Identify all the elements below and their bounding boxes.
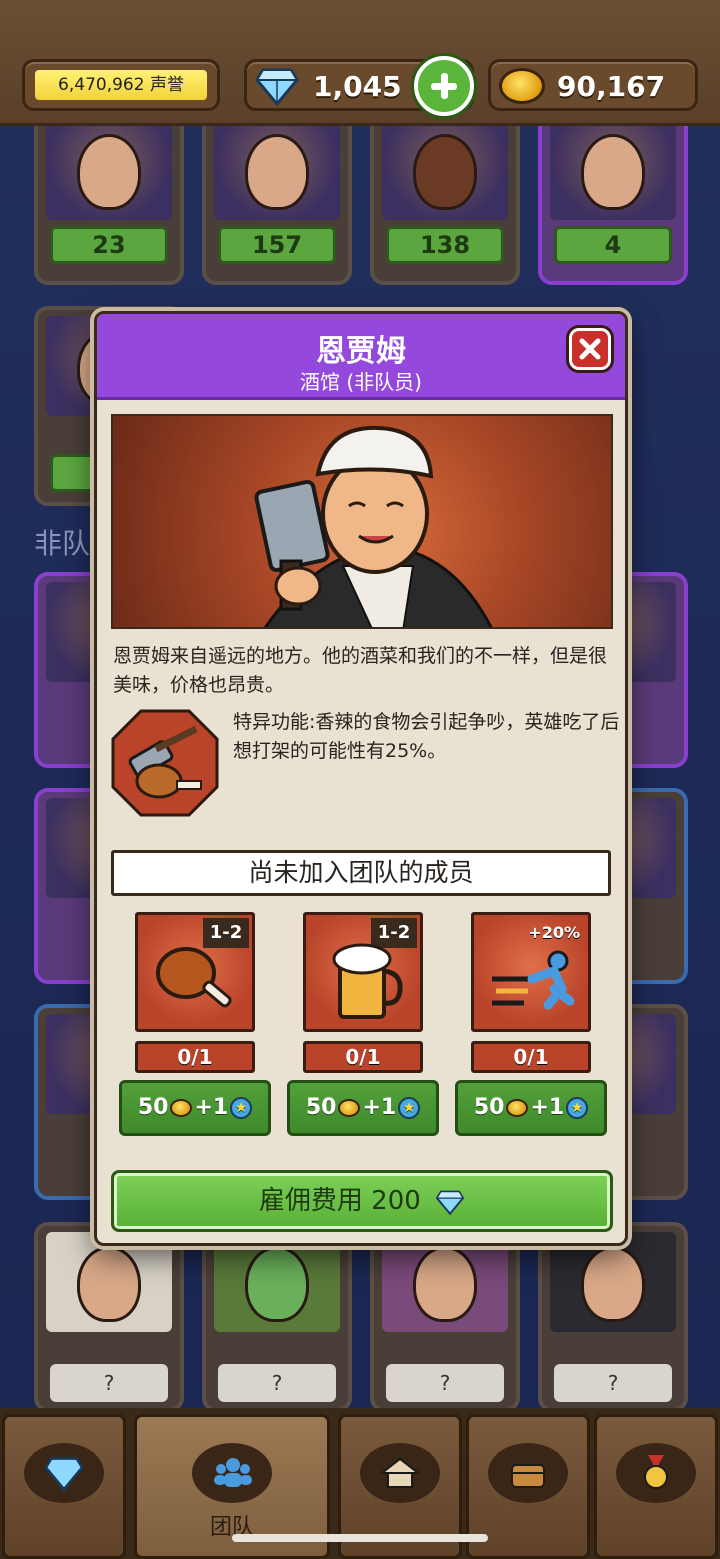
gem-value: 1,045 <box>313 70 402 103</box>
hero-portrait <box>214 1232 340 1332</box>
hero-card[interactable]: 23 <box>34 110 184 285</box>
section-title: 尚未加入团队的成员 <box>111 850 611 896</box>
hero-role: 酒馆 (非队员) <box>300 370 422 394</box>
hire-button[interactable]: 雇佣费用 200 <box>111 1170 613 1232</box>
fame-counter: 6,470,962 声誉 <box>22 59 220 111</box>
home-indicator <box>232 1534 488 1542</box>
star-icon: ★ <box>230 1097 253 1119</box>
diamond-icon <box>435 1190 465 1215</box>
star-icon: ★ <box>398 1097 421 1119</box>
treasure-chest-icon <box>511 1464 545 1488</box>
gem-shop-icon <box>44 1457 84 1492</box>
drumstick-icon <box>156 947 232 1008</box>
upgrade-drink-button[interactable]: 50 +1 ★ <box>287 1080 439 1136</box>
bonus-card[interactable]: +20% <box>471 912 591 1032</box>
bonus-progress: 0/1 <box>135 1041 255 1073</box>
hero-card[interactable]: 138 <box>370 110 520 285</box>
building-icon <box>380 1457 420 1488</box>
resource-bar: 6,470,962 声誉 1,045 90,167 <box>0 0 720 126</box>
medal-icon <box>644 1455 668 1489</box>
hero-card[interactable]: ? <box>538 1222 688 1412</box>
star-cost: 1 <box>212 1095 229 1120</box>
add-gems-button[interactable] <box>414 56 474 116</box>
hero-name: 恩贾姆 <box>316 334 406 369</box>
upgrade-speed-button[interactable]: 50 +1 ★ <box>455 1080 607 1136</box>
unknown-stat: ? <box>554 1364 672 1402</box>
hero-card[interactable]: ? <box>34 1222 184 1412</box>
hero-portrait <box>46 1232 172 1332</box>
beer-mug-icon <box>332 943 403 1019</box>
star-cost: 1 <box>380 1095 397 1120</box>
hero-portrait <box>46 120 172 220</box>
coin-icon <box>338 1099 361 1117</box>
unknown-stat: ? <box>386 1364 504 1402</box>
bonus-card[interactable]: 1-2 <box>303 912 423 1032</box>
team-icon <box>214 1458 252 1487</box>
hero-card[interactable]: ? <box>370 1222 520 1412</box>
hero-stat: 4 <box>554 226 672 264</box>
close-button[interactable] <box>569 328 611 370</box>
coin-cost: 50 <box>137 1095 169 1120</box>
coin-cost: 50 <box>473 1095 505 1120</box>
star-cost: 1 <box>548 1095 565 1120</box>
hero-illustration <box>111 414 613 629</box>
tab-shop[interactable] <box>2 1414 126 1559</box>
hero-stat: 23 <box>50 226 168 264</box>
hire-label: 雇佣费用 200 <box>258 1186 421 1216</box>
upgrade-food-button[interactable]: 50 +1 ★ <box>119 1080 271 1136</box>
hero-portrait <box>550 1232 676 1332</box>
diamond-icon <box>255 68 299 106</box>
hero-description: 恩贾姆来自遥远的地方。他的酒菜和我们的不一样，但是很美味，价格也昂贵。 <box>113 645 608 696</box>
tab-achievements[interactable] <box>594 1414 718 1559</box>
star-icon: ★ <box>566 1097 589 1119</box>
coin-cost: 50 <box>305 1095 337 1120</box>
axe-drumstick-icon <box>111 709 219 817</box>
hero-card[interactable]: 4 <box>538 110 688 285</box>
modal-header: 恩贾姆 酒馆 (非队员) <box>97 314 625 400</box>
gold-value: 90,167 <box>557 70 666 103</box>
unknown-stat: ? <box>50 1364 168 1402</box>
hero-card[interactable]: 157 <box>202 110 352 285</box>
gold-counter: 90,167 <box>488 59 698 111</box>
hero-portrait <box>214 120 340 220</box>
fame-value: 6,470,962 声誉 <box>35 70 207 100</box>
hero-card[interactable]: ? <box>202 1222 352 1412</box>
special-ability-text: 特异功能:香辣的食物会引起争吵，英雄吃了后想打架的可能性有25%。 <box>233 711 620 762</box>
bonus-progress: 0/1 <box>303 1041 423 1073</box>
hero-stat: 157 <box>218 226 336 264</box>
hero-portrait <box>382 120 508 220</box>
hero-stat: 138 <box>386 226 504 264</box>
bonus-card[interactable]: 1-2 <box>135 912 255 1032</box>
unknown-stat: ? <box>218 1364 336 1402</box>
hero-detail-modal: 恩贾姆 酒馆 (非队员) 恩贾姆来自遥远的地方。他的酒菜和我们的不一样，但是很美… <box>94 311 628 1246</box>
gold-coin-icon <box>499 68 545 104</box>
coin-icon <box>170 1099 193 1117</box>
close-icon <box>579 338 601 360</box>
section-label-non-member: 非队 <box>34 527 91 560</box>
bonus-progress: 0/1 <box>471 1041 591 1073</box>
speed-runner-icon <box>492 950 575 1010</box>
hero-portrait <box>382 1232 508 1332</box>
coin-icon <box>506 1099 529 1117</box>
hero-portrait <box>550 120 676 220</box>
